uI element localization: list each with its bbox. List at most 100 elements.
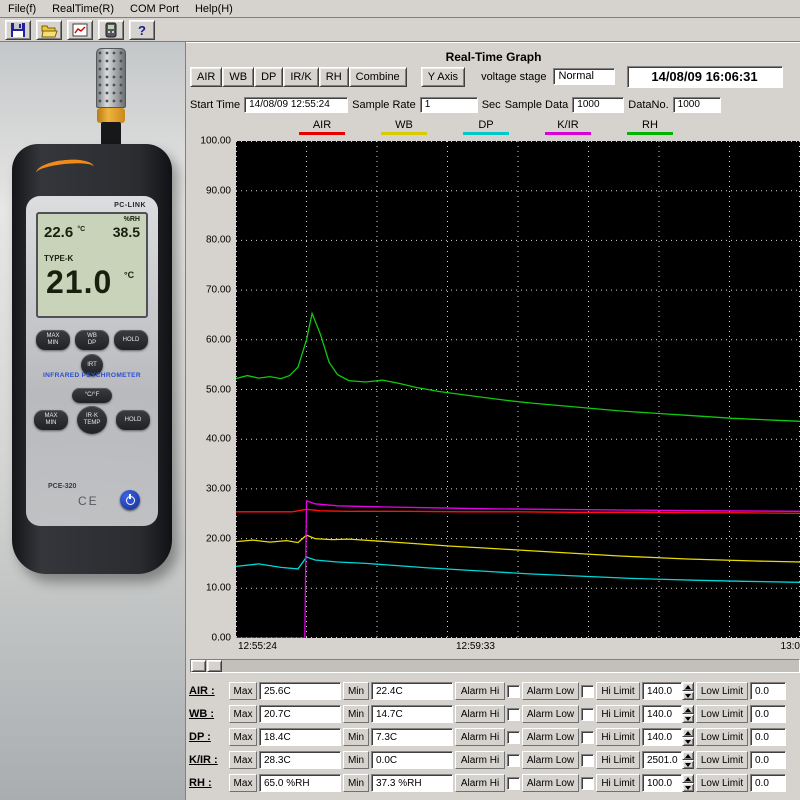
spin-up-button[interactable] xyxy=(682,774,694,783)
readings-table: AIR : Max 25.6C Min 22.4C Alarm Hi Alarm… xyxy=(189,681,799,793)
graph-panel: Real-Time Graph AIR WB DP IR/K RH Combin… xyxy=(187,42,800,800)
graph-scrollbar[interactable] xyxy=(190,659,800,673)
channel-button-combine[interactable]: Combine xyxy=(349,67,407,87)
arrow-up-icon xyxy=(685,731,691,735)
hi-limit-value[interactable]: 2501.0 xyxy=(642,751,682,769)
lcd-main-value: 21.0 xyxy=(46,264,112,301)
y-axis-tick: 60.00 xyxy=(206,334,231,345)
menu-com-port[interactable]: COM Port xyxy=(122,1,187,17)
legend-color-line xyxy=(381,132,427,135)
hi-limit-value[interactable]: 140.0 xyxy=(642,728,682,746)
help-button[interactable]: ? xyxy=(129,20,155,40)
spin-down-button[interactable] xyxy=(682,714,694,723)
min-value: 37.3 %RH xyxy=(371,774,453,792)
y-axis-button[interactable]: Y Axis xyxy=(421,67,465,87)
channel-controls: AIR WB DP IR/K RH Combine Y Axis voltage… xyxy=(190,66,783,87)
hi-limit-value[interactable]: 100.0 xyxy=(642,774,682,792)
table-row-wb: WB : Max 20.7C Min 14.7C Alarm Hi Alarm … xyxy=(189,704,799,724)
hi-limit-label: Hi Limit xyxy=(596,774,640,792)
low-limit-value[interactable]: 0.0 xyxy=(750,682,786,700)
device-button-wb-dp: WB DP xyxy=(75,330,109,350)
table-row-air: AIR : Max 25.6C Min 22.4C Alarm Hi Alarm… xyxy=(189,681,799,701)
sample-rate-field[interactable]: 1 xyxy=(420,97,478,113)
scrollbar-thumb[interactable] xyxy=(191,660,206,672)
channel-button-irk[interactable]: IR/K xyxy=(283,67,318,87)
alarm-low-label: Alarm Low xyxy=(522,774,579,792)
voltage-stage-select[interactable]: Normal xyxy=(553,68,615,85)
arrow-up-icon xyxy=(685,754,691,758)
sample-data-label: Sample Data xyxy=(505,99,569,111)
sample-data-field[interactable]: 1000 xyxy=(572,97,624,113)
start-time-field[interactable]: 14/08/09 12:55:24 xyxy=(244,97,348,113)
legend-label: WB xyxy=(395,119,413,131)
alarm-hi-label: Alarm Hi xyxy=(455,774,505,792)
low-limit-value[interactable]: 0.0 xyxy=(750,774,786,792)
lcd-air-temp: 22.6 °C xyxy=(44,224,85,241)
alarm-hi-label: Alarm Hi xyxy=(455,705,505,723)
alarm-low-checkbox[interactable] xyxy=(581,685,594,698)
low-limit-value[interactable]: 0.0 xyxy=(750,705,786,723)
spin-up-button[interactable] xyxy=(682,705,694,714)
channel-button-wb[interactable]: WB xyxy=(222,67,254,87)
alarm-low-checkbox[interactable] xyxy=(581,731,594,744)
save-button[interactable] xyxy=(5,20,31,40)
table-row-kir: K/IR : Max 28.3C Min 0.0C Alarm Hi Alarm… xyxy=(189,750,799,770)
device-button-irk-temp: IR·K TEMP xyxy=(77,406,107,434)
spin-up-button[interactable] xyxy=(682,751,694,760)
y-axis-tick: 80.00 xyxy=(206,235,231,246)
min-label: Min xyxy=(343,705,369,723)
alarm-hi-checkbox[interactable] xyxy=(507,731,520,744)
app-window: File(f) RealTime(R) COM Port Help(H) xyxy=(0,0,800,800)
voltage-stage-label: voltage stage xyxy=(481,71,546,83)
spinner-arrows xyxy=(682,705,694,723)
alarm-hi-checkbox[interactable] xyxy=(507,685,520,698)
alarm-low-checkbox[interactable] xyxy=(581,777,594,790)
alarm-low-checkbox[interactable] xyxy=(581,754,594,767)
max-label: Max xyxy=(229,774,257,792)
page-title: Real-Time Graph xyxy=(187,50,800,64)
help-icon: ? xyxy=(138,23,146,38)
spin-down-button[interactable] xyxy=(682,691,694,700)
menu-help[interactable]: Help(H) xyxy=(187,1,241,17)
hi-limit-label: Hi Limit xyxy=(596,751,640,769)
alarm-hi-label: Alarm Hi xyxy=(455,751,505,769)
channel-button-air[interactable]: AIR xyxy=(190,67,222,87)
alarm-hi-checkbox[interactable] xyxy=(507,708,520,721)
scrollbar-button[interactable] xyxy=(207,660,222,672)
menu-file[interactable]: File(f) xyxy=(0,1,44,17)
spin-up-button[interactable] xyxy=(682,682,694,691)
device-sensor-probe xyxy=(96,48,126,108)
low-limit-label: Low Limit xyxy=(696,751,748,769)
open-folder-icon xyxy=(41,23,58,38)
legend-item-kir: K/IR xyxy=(545,119,591,135)
alarm-low-label: Alarm Low xyxy=(522,705,579,723)
channel-button-rh[interactable]: RH xyxy=(319,67,349,87)
low-limit-value[interactable]: 0.0 xyxy=(750,751,786,769)
device-photo-panel: PC-LINK 22.6 °C %RH 38.5 TYPE-K 21.0 °C … xyxy=(0,42,186,800)
x-tick-mid: 12:59:33 xyxy=(456,641,495,652)
sample-rate-label: Sample Rate xyxy=(352,99,416,111)
device-button[interactable] xyxy=(98,20,124,40)
row-label: K/IR : xyxy=(189,754,227,766)
spin-down-button[interactable] xyxy=(682,737,694,746)
open-button[interactable] xyxy=(36,20,62,40)
hi-limit-value[interactable]: 140.0 xyxy=(642,705,682,723)
alarm-hi-label: Alarm Hi xyxy=(455,682,505,700)
alarm-low-checkbox[interactable] xyxy=(581,708,594,721)
y-axis-tick: 10.00 xyxy=(206,583,231,594)
realtime-graph-button[interactable] xyxy=(67,20,93,40)
menu-realtime[interactable]: RealTime(R) xyxy=(44,1,122,17)
channel-button-dp[interactable]: DP xyxy=(254,67,283,87)
max-label: Max xyxy=(229,751,257,769)
spin-down-button[interactable] xyxy=(682,783,694,792)
start-time-label: Start Time xyxy=(190,99,240,111)
series-line-DP xyxy=(236,557,800,582)
data-no-field[interactable]: 1000 xyxy=(673,97,721,113)
alarm-hi-checkbox[interactable] xyxy=(507,777,520,790)
spin-down-button[interactable] xyxy=(682,760,694,769)
legend-item-rh: RH xyxy=(627,119,673,135)
hi-limit-value[interactable]: 140.0 xyxy=(642,682,682,700)
low-limit-value[interactable]: 0.0 xyxy=(750,728,786,746)
spin-up-button[interactable] xyxy=(682,728,694,737)
alarm-hi-checkbox[interactable] xyxy=(507,754,520,767)
